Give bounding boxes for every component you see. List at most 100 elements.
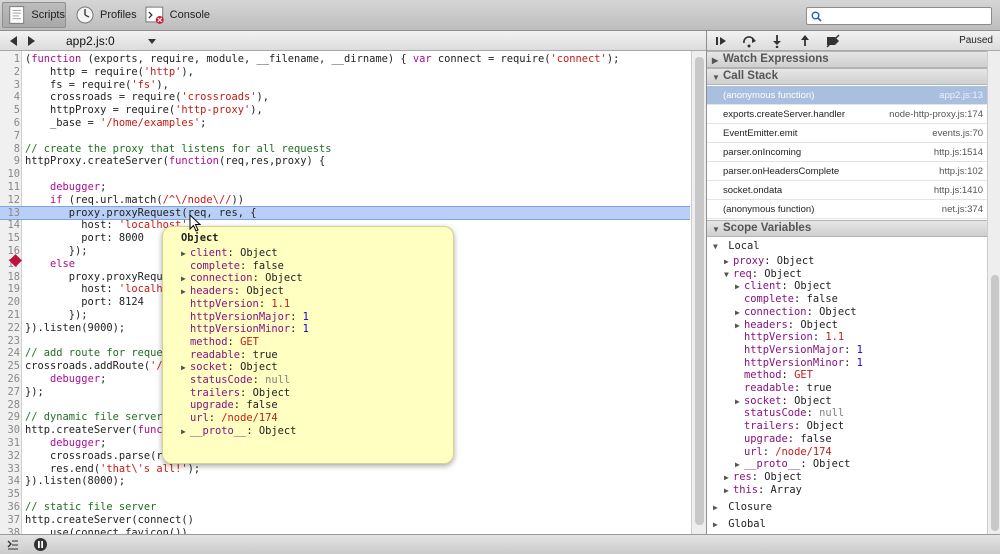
code-line[interactable]: 35 [0,488,690,501]
popover-property-row[interactable]: ▶ socket: Object [181,361,278,374]
line-number[interactable]: 11 [0,181,20,194]
code-line[interactable]: 37 http.createServer(connect() [0,514,690,527]
line-number[interactable]: 8 [0,143,20,156]
code-line[interactable]: 6 _base = '/home/examples'; [0,117,690,130]
scope-global[interactable]: ▶ Global [713,517,766,531]
line-number[interactable]: 27 [0,386,20,399]
line-number[interactable]: 19 [0,283,20,296]
back-arrow-icon[interactable] [10,36,17,46]
code-line[interactable]: 33 res.end('that\'s all!'); [0,463,690,476]
line-number[interactable]: 38 [0,527,20,534]
scope-property-row[interactable]: ▶ socket: Object [735,395,832,408]
line-number[interactable]: 20 [0,296,20,309]
popover-property-row[interactable]: ▶ connection: Object [181,272,303,285]
code-line[interactable]: 3 fs = require('fs'), [0,79,690,92]
line-number[interactable]: 25 [0,360,20,373]
line-number[interactable]: 24 [0,347,20,360]
popover-property-row[interactable]: ▶ __proto__: Object [181,425,296,438]
line-number[interactable]: 1 [0,53,20,66]
line-number[interactable]: 23 [0,335,20,348]
tab-profiles[interactable]: Profiles [70,2,138,28]
code-line[interactable]: 2 http = require('http'), [0,66,690,79]
scope-property-row[interactable]: ▼ req: Object [724,268,802,281]
line-number[interactable]: 29 [0,411,20,424]
code-line[interactable]: 11 debugger; [0,181,690,194]
step-over-icon[interactable] [741,34,757,48]
pause-on-exceptions-icon[interactable] [33,537,48,552]
scope-closure[interactable]: ▶ Closure [713,500,772,514]
tab-scripts[interactable]: Scripts [2,2,66,28]
call-frame-row[interactable]: parser.onIncoming http.js:1514 [707,143,987,162]
call-frame-row[interactable]: parser.onHeadersComplete http.js:102 [707,162,987,181]
collapsed-triangle-icon[interactable]: ▶ [181,426,190,439]
code-line[interactable]: 4 crossroads = require('crossroads'), [0,91,690,104]
code-line[interactable]: 1 (function (exports, require, module, __… [0,53,690,66]
line-number[interactable]: 10 [0,168,20,181]
line-number[interactable]: 3 [0,79,20,92]
scope-variables-header[interactable]: ▼ Scope Variables [707,220,987,237]
code-line[interactable]: 7 [0,130,690,143]
line-number[interactable]: 21 [0,309,20,322]
step-out-icon[interactable] [797,34,813,48]
line-number[interactable]: 37 [0,514,20,527]
line-number[interactable]: 35 [0,488,20,501]
code-line[interactable]: 34}).listen(8000); [0,475,690,488]
show-console-icon[interactable] [6,538,20,552]
tab-console[interactable]: Console [140,2,210,28]
expanded-triangle-icon[interactable]: ▼ [724,269,733,282]
popover-property-row[interactable]: ▶ client: Object [181,247,278,260]
line-number[interactable]: 28 [0,399,20,412]
call-frame-row[interactable]: (anonymous function) net.js:374 [707,200,987,219]
sidebar-scrollbar[interactable] [987,51,1000,534]
line-number[interactable]: 33 [0,463,20,476]
line-number[interactable]: 6 [0,117,20,130]
line-number[interactable]: 26 [0,373,20,386]
scope-property-row[interactable]: ▶ client: Object [735,280,832,293]
line-number[interactable]: 18 [0,271,20,284]
line-number[interactable]: 15 [0,232,20,245]
chevron-down-icon[interactable] [148,39,156,44]
code-line[interactable]: 5 httpProxy = require('http-proxy'), [0,104,690,117]
search-input[interactable] [825,9,987,23]
line-number[interactable]: 14 [0,219,20,232]
watch-expressions-header[interactable]: ▶ Watch Expressions [707,51,987,68]
line-number[interactable]: 4 [0,91,20,104]
scope-property-row[interactable]: ▶ headers: Object [735,319,838,332]
line-number[interactable]: 32 [0,450,20,463]
forward-arrow-icon[interactable] [28,36,35,46]
scope-property-row[interactable]: ▶ res: Object [724,471,802,484]
pause-resume-icon[interactable] [713,34,729,48]
popover-property-row[interactable]: ▶ headers: Object [181,285,284,298]
code-line[interactable]: 9 httpProxy.createServer(function(req,res… [0,155,690,168]
line-number[interactable]: 30 [0,424,20,437]
line-number[interactable]: 22 [0,322,20,335]
line-number[interactable]: 7 [0,130,20,143]
scope-property-row[interactable]: ▶ connection: Object [735,306,857,319]
code-line[interactable]: 12 if (req.url.match(/^\/node\//)) [0,194,690,207]
step-into-icon[interactable] [769,34,785,48]
line-number[interactable]: 13 [0,207,20,220]
call-stack-header[interactable]: ▼ Call Stack [707,68,987,85]
line-number[interactable]: 2 [0,66,20,79]
call-frame-row[interactable]: socket.ondata http.js:1410 [707,181,987,200]
deactivate-breakpoints-icon[interactable] [825,34,841,48]
sidebar-scrollbar-thumb[interactable] [991,275,999,531]
code-line[interactable]: 13 proxy.proxyRequest(req, res, { [0,205,690,221]
code-line[interactable]: 8 // create the proxy that listens for al… [0,143,690,156]
line-number[interactable]: 31 [0,437,20,450]
search-box[interactable] [806,7,992,25]
scope-property-row[interactable]: ▶ proxy: Object [724,255,814,268]
scope-local[interactable]: ▼ Local [713,239,760,253]
scope-property-row[interactable]: ▶ __proto__: Object [735,458,850,471]
file-selector[interactable]: app2.js:0 [66,34,115,48]
code-line[interactable]: 10 [0,168,690,181]
call-frame-row[interactable]: exports.createServer.handler node-http-pr… [707,105,987,124]
line-number[interactable]: 12 [0,194,20,207]
line-number[interactable]: 36 [0,501,20,514]
code-line[interactable]: 38 .use(connect.favicon()) [0,527,690,534]
line-number[interactable]: 5 [0,104,20,117]
code-scrollbar[interactable] [691,51,706,534]
line-number[interactable]: 34 [0,475,20,488]
scope-property-row[interactable]: ▶ this: Array [724,484,802,497]
collapsed-triangle-icon[interactable]: ▶ [724,485,733,498]
